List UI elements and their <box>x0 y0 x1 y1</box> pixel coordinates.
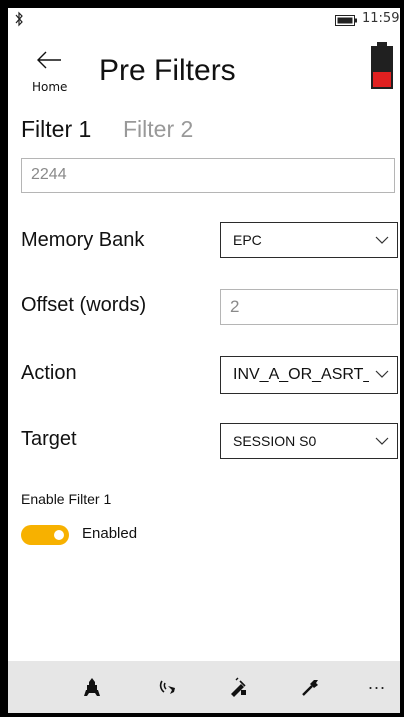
tab-filter-2[interactable]: Filter 2 <box>123 116 193 143</box>
target-select[interactable]: SESSION S0 <box>220 423 398 459</box>
inventory-icon <box>84 678 100 696</box>
offset-label: Offset (words) <box>21 294 147 316</box>
battery-icon <box>335 15 357 26</box>
app-screen: 11:59 Home Pre Filters Filter 1 Filter 2… <box>8 8 400 713</box>
memory-bank-label: Memory Bank <box>21 229 145 251</box>
chevron-down-icon <box>369 357 397 391</box>
toggle-knob <box>54 530 64 540</box>
chevron-down-icon <box>369 223 397 257</box>
offset-input[interactable]: 2 <box>220 289 398 325</box>
target-label: Target <box>21 428 77 450</box>
action-select[interactable]: INV_A_OR_ASRT_SL <box>220 356 398 394</box>
tab-filter-1[interactable]: Filter 1 <box>21 116 91 143</box>
action-label: Action <box>21 362 77 384</box>
app-bar: ... <box>8 661 400 713</box>
bluetooth-icon <box>15 11 23 27</box>
target-value: SESSION S0 <box>233 433 317 449</box>
back-label: Home <box>32 80 68 94</box>
enable-filter-caption: Enable Filter 1 <box>21 491 112 507</box>
locate-icon <box>159 680 175 694</box>
toggle-state-label: Enabled <box>82 525 138 542</box>
more-button[interactable]: ... <box>368 673 392 697</box>
tag-mask-input[interactable]: 2244 <box>21 158 395 193</box>
chevron-down-icon <box>369 424 397 458</box>
status-time: 11:59 <box>362 11 400 26</box>
settings-icon <box>302 680 318 696</box>
status-bar: 11:59 <box>8 8 400 30</box>
back-button[interactable]: Home <box>26 48 86 100</box>
inventory-button[interactable] <box>80 675 104 699</box>
memory-bank-value: EPC <box>233 232 262 248</box>
memory-bank-select[interactable]: EPC <box>220 222 398 258</box>
page-title: Pre Filters <box>99 54 236 87</box>
back-arrow-icon <box>37 51 61 69</box>
access-icon <box>231 677 246 697</box>
enable-filter-toggle[interactable] <box>21 525 69 545</box>
reader-battery-icon <box>371 42 393 89</box>
locate-button[interactable] <box>156 675 180 699</box>
settings-button[interactable] <box>299 675 323 699</box>
access-button[interactable] <box>226 675 250 699</box>
